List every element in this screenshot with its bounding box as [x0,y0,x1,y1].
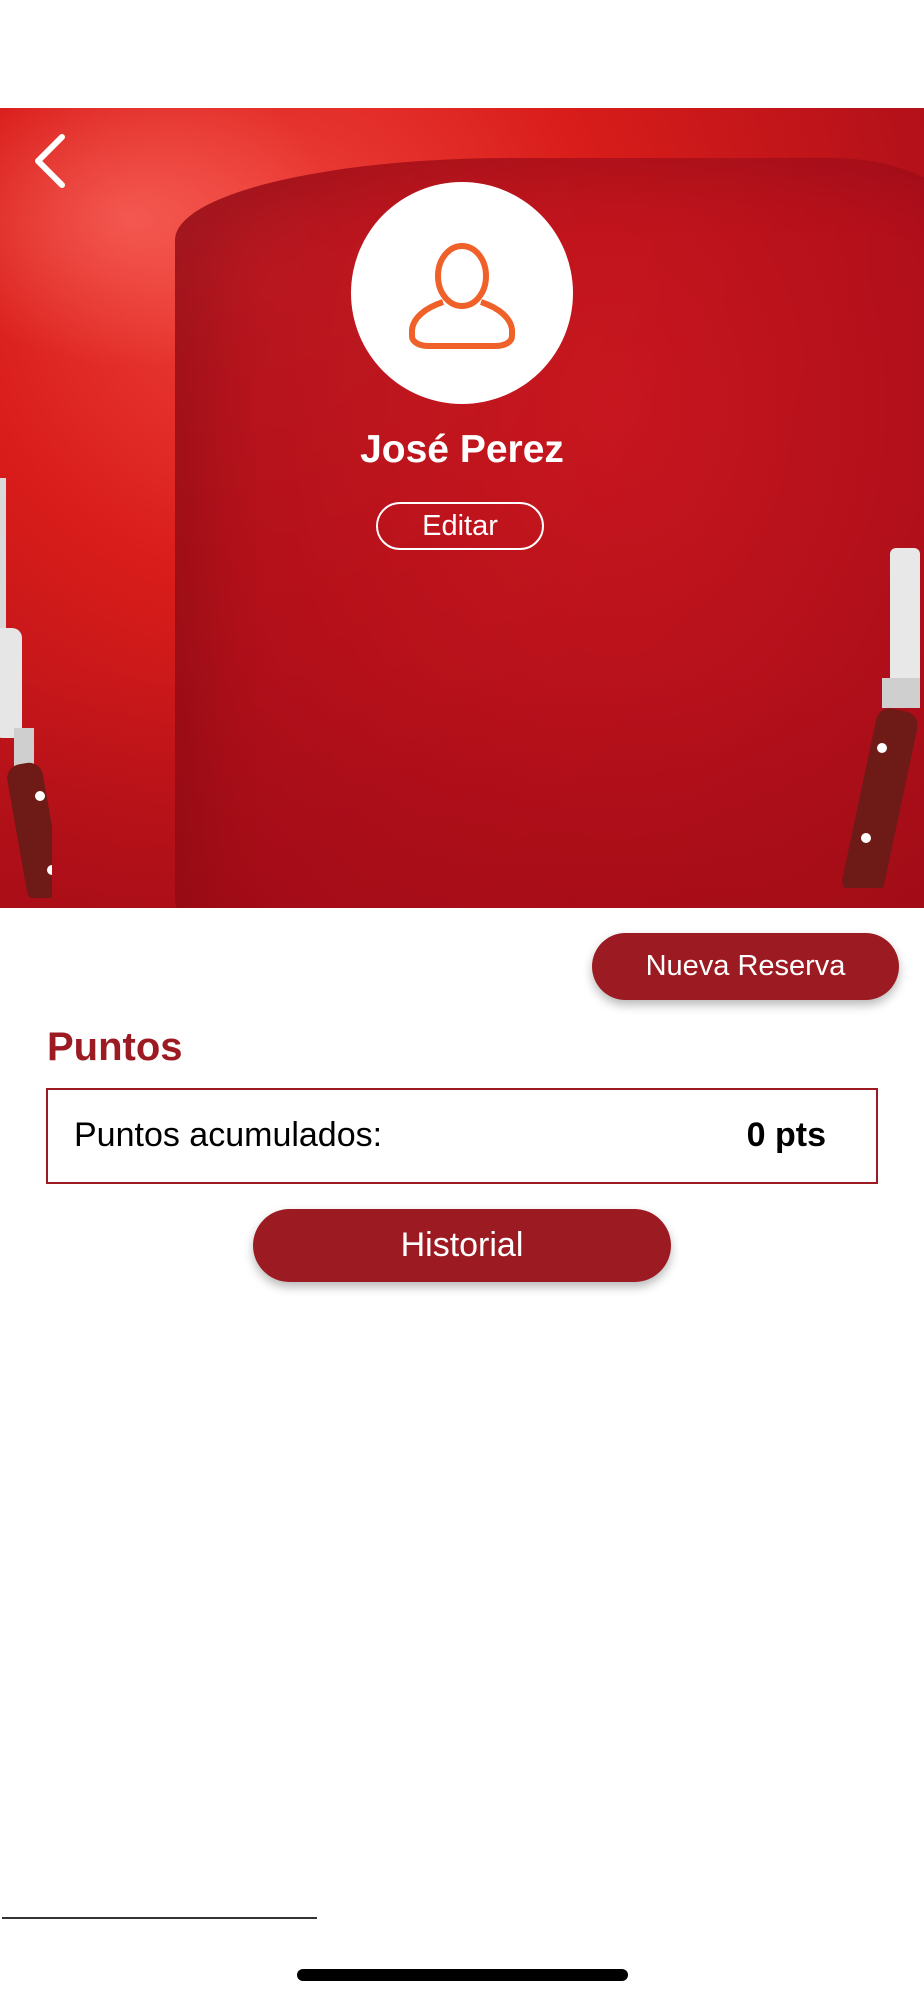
points-section-title: Puntos [47,1025,183,1069]
back-button[interactable] [20,126,80,196]
points-label: Puntos acumulados: [74,1116,383,1154]
profile-header: José Perez Editar [0,108,924,908]
knife-image [842,548,920,888]
home-indicator[interactable] [297,1969,628,1981]
user-icon [409,243,515,349]
fork-image [0,478,52,898]
points-value: 0 pts [746,1116,826,1154]
divider [2,1917,317,1919]
background-shade [0,668,924,908]
user-name: José Perez [360,428,564,471]
status-bar [0,0,924,108]
chevron-left-icon [35,134,65,188]
history-button[interactable]: Historial [253,1209,671,1282]
avatar[interactable] [351,182,573,404]
points-summary-card: Puntos acumulados: 0 pts [46,1088,878,1184]
edit-profile-button[interactable]: Editar [376,502,544,550]
new-reservation-button[interactable]: Nueva Reserva [592,933,899,1000]
